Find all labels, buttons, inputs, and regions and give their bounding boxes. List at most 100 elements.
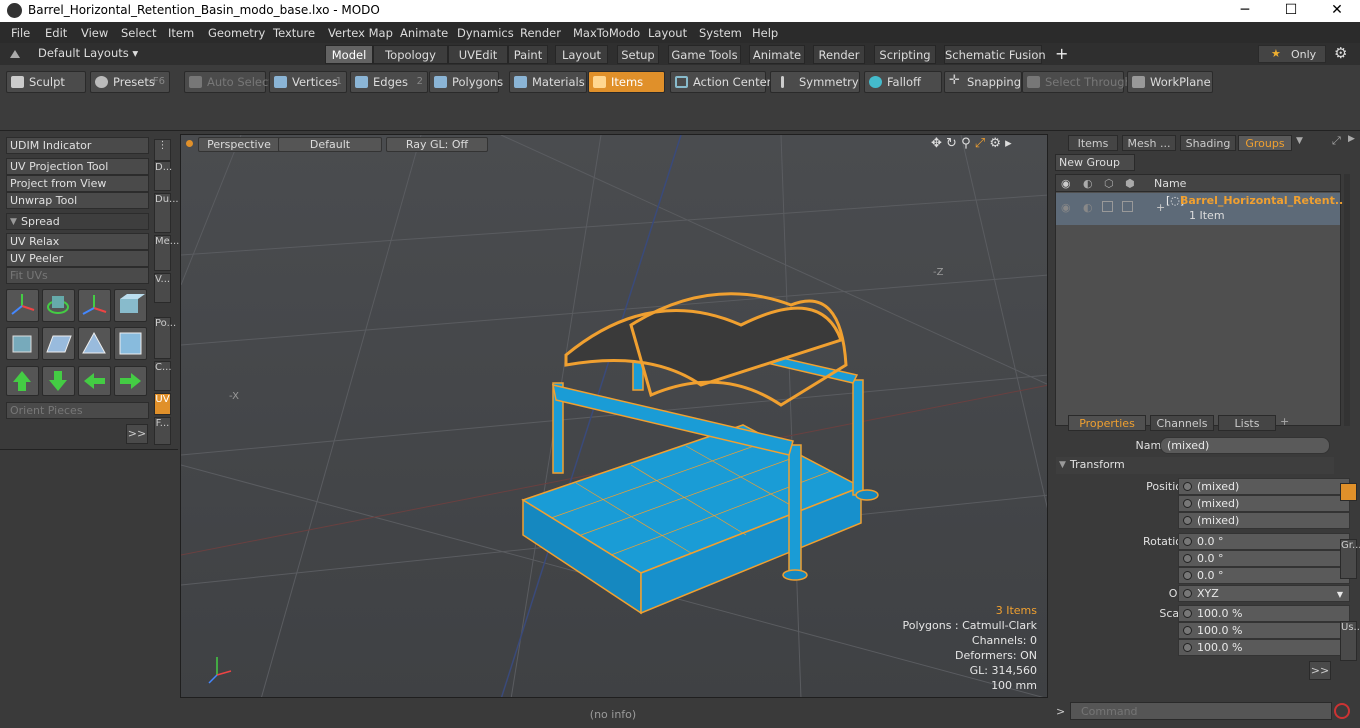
unwrap-tool-button[interactable]: Unwrap Tool	[6, 192, 149, 209]
transform-section[interactable]: ▼ Transform	[1056, 457, 1334, 474]
uv-plane-icon[interactable]	[42, 327, 75, 360]
tab-model[interactable]: Model	[325, 45, 373, 64]
project-from-view-button[interactable]: Project from View	[6, 175, 149, 192]
maximize-view-icon[interactable]: ⤢	[975, 136, 985, 151]
menu-animate[interactable]: Animate	[400, 26, 448, 40]
tab-mesh[interactable]: Mesh ...	[1122, 135, 1176, 151]
group-name[interactable]: Barrel_Horizontal_Retent...	[1180, 194, 1347, 207]
scale-z-field[interactable]: 100.0 %	[1178, 639, 1350, 656]
tab-topology[interactable]: Topology	[373, 45, 448, 64]
rotation-x-field[interactable]: 0.0 °	[1178, 533, 1350, 550]
menu-view[interactable]: View	[81, 26, 108, 40]
tab-uvedit[interactable]: UVEdit	[448, 45, 508, 64]
visibility-eye-icon[interactable]: ◉	[1061, 177, 1071, 190]
expand-plus-icon[interactable]: +	[1156, 201, 1165, 214]
menu-layout[interactable]: Layout	[648, 26, 687, 40]
tab-schematic-fusion[interactable]: Schematic Fusion	[944, 45, 1046, 64]
row-render-icon[interactable]: ◐	[1083, 201, 1093, 214]
position-y-field[interactable]: (mixed)	[1178, 495, 1350, 512]
fit-uvs-button[interactable]: Fit UVs	[6, 267, 149, 284]
workplane-button[interactable]: WorkPlane	[1127, 71, 1213, 93]
menu-item[interactable]: Item	[168, 26, 194, 40]
expand-arrow-icon[interactable]: ▸	[1005, 136, 1012, 151]
scale-x-field[interactable]: 100.0 %	[1178, 605, 1350, 622]
vertices-button[interactable]: Vertices 1	[269, 71, 347, 93]
viewport-nav-icons[interactable]: ✥ ↻ ⚲ ⤢ ⚙ ▸	[931, 136, 1012, 151]
tab-setup[interactable]: Setup	[617, 45, 659, 64]
new-group-button[interactable]: New Group	[1055, 154, 1135, 171]
tab-shading[interactable]: Shading	[1180, 135, 1236, 151]
tabs-dropdown-icon[interactable]: ▼	[1296, 136, 1303, 146]
uv-pyramid-icon[interactable]	[78, 327, 111, 360]
auto-select-button[interactable]: Auto Select	[184, 71, 273, 93]
minimize-button[interactable]: ─	[1222, 0, 1268, 22]
menu-texture[interactable]: Texture	[273, 26, 315, 40]
sculpt-button[interactable]: Sculpt	[6, 71, 86, 93]
record-macro-icon[interactable]	[1334, 703, 1350, 719]
tab-groups[interactable]: Groups	[1238, 135, 1292, 151]
vtab-me[interactable]: Me...	[154, 235, 179, 271]
view-mode-button[interactable]: Perspective	[198, 137, 280, 152]
row-visibility-icon[interactable]: ◉	[1061, 201, 1071, 214]
vtab-du[interactable]: Du...	[154, 193, 179, 233]
menu-render[interactable]: Render	[520, 26, 561, 40]
uv-grid-cube-icon[interactable]	[6, 327, 39, 360]
tab-animate[interactable]: Animate	[749, 45, 805, 64]
vtab-po[interactable]: Po...	[154, 317, 176, 359]
align-right-icon[interactable]	[114, 366, 147, 396]
tab-layout[interactable]: Layout	[555, 45, 608, 64]
layouts-dropdown[interactable]: Default Layouts ▾	[38, 46, 138, 60]
row-lock-checkbox[interactable]	[1102, 201, 1113, 212]
rotate-icon[interactable]: ↻	[946, 136, 957, 151]
tab-lists[interactable]: Lists	[1218, 415, 1276, 431]
row-select-checkbox[interactable]	[1122, 201, 1133, 212]
vtab-uv[interactable]: UV	[154, 393, 171, 415]
viewport-menu-dot[interactable]	[186, 140, 193, 147]
align-down-icon[interactable]	[42, 366, 75, 396]
add-tab-button[interactable]: +	[1055, 44, 1068, 63]
spread-section[interactable]: ▼ Spread	[6, 213, 149, 230]
uv-projection-tool-button[interactable]: UV Projection Tool	[6, 158, 149, 175]
render-icon[interactable]: ◐	[1083, 177, 1093, 190]
rotation-y-field[interactable]: 0.0 °	[1178, 550, 1350, 567]
tab-channels[interactable]: Channels	[1150, 415, 1214, 431]
maximize-button[interactable]: ☐	[1268, 0, 1314, 22]
items-button[interactable]: Items	[588, 71, 665, 93]
basin-model[interactable]	[521, 292, 879, 615]
viewport-scene[interactable]: -Z -X	[181, 135, 1048, 698]
properties-side-tab-active[interactable]	[1340, 483, 1357, 501]
menu-help[interactable]: Help	[752, 26, 778, 40]
group-row[interactable]: ◉ ◐ + [◌] Barrel_Horizontal_Retent... 1 …	[1056, 193, 1347, 225]
tab-properties[interactable]: Properties	[1068, 415, 1146, 431]
uv-relax-button[interactable]: UV Relax	[6, 233, 149, 250]
menu-geometry[interactable]: Geometry	[208, 26, 265, 40]
position-x-field[interactable]: (mixed)	[1178, 478, 1350, 495]
align-left-icon[interactable]	[78, 366, 111, 396]
layout-up-icon[interactable]	[10, 48, 20, 58]
command-input[interactable]	[1070, 702, 1332, 720]
vtab-d[interactable]: D...	[154, 161, 172, 191]
tab-game-tools[interactable]: Game Tools	[668, 45, 741, 64]
menu-select[interactable]: Select	[121, 26, 156, 40]
3d-viewport[interactable]: -Z -X Perspective Default Ray GL: Off ✥ …	[180, 134, 1048, 698]
uv-box-icon[interactable]	[114, 289, 147, 322]
vtab-f[interactable]: F...	[154, 417, 171, 445]
gear-icon[interactable]: ⚙	[1334, 44, 1347, 62]
close-button[interactable]: ✕	[1314, 0, 1360, 22]
properties-more-button[interactable]: >>	[1309, 661, 1331, 680]
uv-rotate-icon[interactable]	[42, 289, 75, 322]
snapping-button[interactable]: ✛ Snapping	[944, 71, 1022, 93]
raygl-toggle[interactable]: Ray GL: Off	[386, 137, 488, 152]
uv-sphere-icon[interactable]	[114, 327, 147, 360]
menu-system[interactable]: System	[699, 26, 742, 40]
udim-indicator-button[interactable]: UDIM Indicator	[6, 137, 149, 154]
more-tools-button[interactable]: >>	[126, 424, 148, 444]
panel-arrow-icon[interactable]: ▶	[1348, 134, 1355, 144]
viewport-settings-icon[interactable]: ⚙	[989, 136, 1001, 151]
vtab-v[interactable]: V...	[154, 273, 171, 303]
groups-scrollbar[interactable]	[1344, 174, 1350, 426]
lock-icon[interactable]: ⬡	[1104, 177, 1114, 190]
edges-button[interactable]: Edges 2	[350, 71, 428, 93]
position-z-field[interactable]: (mixed)	[1178, 512, 1350, 529]
menu-dynamics[interactable]: Dynamics	[457, 26, 514, 40]
